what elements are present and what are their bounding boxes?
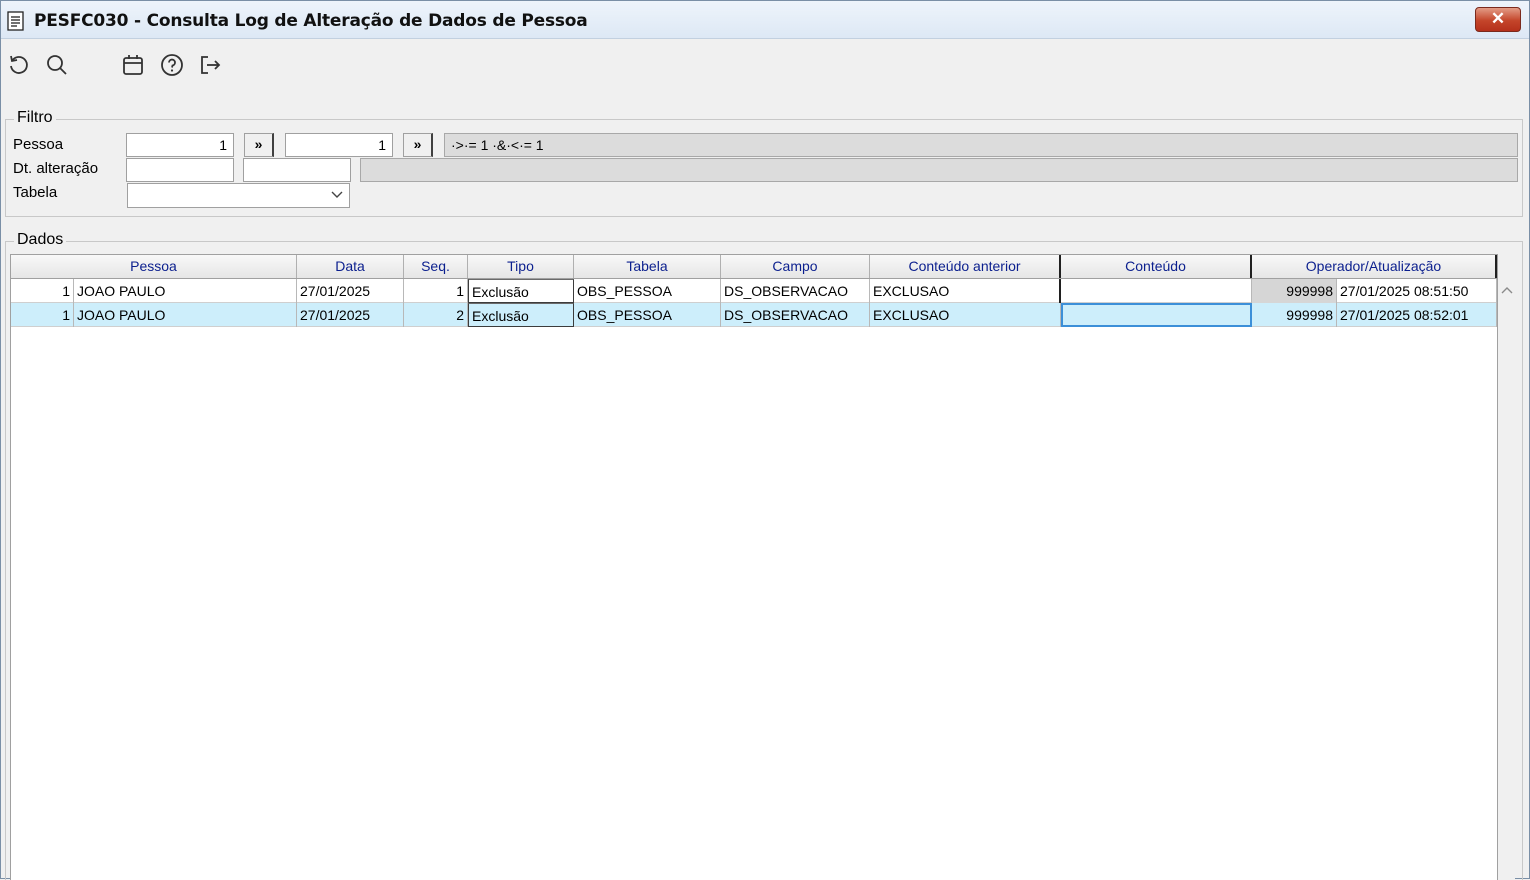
column-header-conteudo[interactable]: Conteúdo	[1061, 255, 1252, 278]
scroll-up-icon[interactable]	[1501, 284, 1513, 298]
cell-pessoa-id[interactable]: 1	[11, 279, 74, 303]
cell-tipo[interactable]: Exclusão	[468, 279, 574, 303]
table-row-selected[interactable]: 1 JOAO PAULO 27/01/2025 2 Exclusão OBS_P…	[11, 303, 1497, 327]
data-grid[interactable]: Pessoa Data Seq. Tipo Tabela Campo Conte…	[10, 254, 1498, 880]
dt-alteracao-from-input[interactable]	[126, 158, 234, 182]
cell-conteudo[interactable]	[1061, 279, 1252, 303]
help-icon	[161, 54, 183, 76]
column-header-seq[interactable]: Seq.	[404, 255, 468, 278]
pessoa-from-input[interactable]: 1	[126, 133, 234, 157]
column-header-campo[interactable]: Campo	[721, 255, 870, 278]
cell-tabela[interactable]: OBS_PESSOA	[574, 303, 721, 327]
search-button[interactable]	[43, 51, 71, 79]
tabela-select[interactable]	[127, 183, 350, 208]
search-icon	[47, 55, 67, 75]
close-button[interactable]: ✕	[1475, 7, 1521, 32]
toolbar	[1, 39, 1529, 87]
column-header-data[interactable]: Data	[297, 255, 404, 278]
cell-conteudo-anterior[interactable]: EXCLUSAO	[870, 303, 1061, 327]
data-legend: Dados	[14, 231, 67, 249]
column-header-tabela[interactable]: Tabela	[574, 255, 721, 278]
cell-tipo[interactable]: Exclusão	[468, 303, 574, 327]
document-icon	[7, 11, 25, 31]
cell-operador[interactable]: 999998	[1252, 279, 1337, 303]
cell-seq[interactable]: 2	[404, 303, 468, 327]
pessoa-to-input[interactable]: 1	[285, 133, 393, 157]
calendar-button[interactable]	[119, 51, 147, 79]
table-row[interactable]: 1 JOAO PAULO 27/01/2025 1 Exclusão OBS_P…	[11, 279, 1497, 303]
cell-pessoa-nome[interactable]: JOAO PAULO	[74, 279, 297, 303]
cell-atualizacao[interactable]: 27/01/2025 08:51:50	[1337, 279, 1497, 303]
main-window: PESFC030 - Consulta Log de Alteração de …	[0, 0, 1530, 880]
pessoa-from-lookup-button[interactable]: »	[244, 133, 274, 157]
dt-alteracao-to-input[interactable]	[243, 158, 351, 182]
cell-data[interactable]: 27/01/2025	[297, 279, 404, 303]
column-header-tipo[interactable]: Tipo	[468, 255, 574, 278]
cell-operador[interactable]: 999998	[1252, 303, 1337, 327]
exit-icon	[201, 56, 221, 74]
column-header-pessoa[interactable]: Pessoa	[11, 255, 297, 278]
dt-alteracao-expression-display	[360, 158, 1518, 182]
cell-conteudo-anterior[interactable]: EXCLUSAO	[870, 279, 1061, 303]
chevron-down-icon	[331, 188, 343, 203]
cell-seq[interactable]: 1	[404, 279, 468, 303]
cell-campo[interactable]: DS_OBSERVACAO	[721, 279, 870, 303]
cell-conteudo-focused[interactable]	[1061, 303, 1252, 327]
pessoa-expression-display: ·>·= 1 ·&·<·= 1	[444, 133, 1518, 157]
tabela-label: Tabela	[13, 184, 58, 201]
dt-alteracao-label: Dt. alteração	[13, 160, 99, 177]
calendar-icon	[123, 55, 143, 75]
cell-campo[interactable]: DS_OBSERVACAO	[721, 303, 870, 327]
cell-tabela[interactable]: OBS_PESSOA	[574, 279, 721, 303]
cell-pessoa-nome[interactable]: JOAO PAULO	[74, 303, 297, 327]
cell-atualizacao[interactable]: 27/01/2025 08:52:01	[1337, 303, 1497, 327]
column-header-operador-atualizacao[interactable]: Operador/Atualização	[1252, 255, 1497, 278]
cell-data[interactable]: 27/01/2025	[297, 303, 404, 327]
pessoa-label: Pessoa	[13, 136, 64, 153]
vertical-scrollbar[interactable]	[1498, 278, 1515, 880]
help-button[interactable]	[158, 51, 186, 79]
pessoa-to-lookup-button[interactable]: »	[403, 133, 433, 157]
filter-legend: Filtro	[14, 109, 56, 127]
grid-header: Pessoa Data Seq. Tipo Tabela Campo Conte…	[11, 255, 1497, 279]
refresh-icon	[10, 55, 28, 74]
refresh-button[interactable]	[5, 51, 33, 79]
window-title: PESFC030 - Consulta Log de Alteração de …	[34, 11, 588, 31]
column-header-conteudo-anterior[interactable]: Conteúdo anterior	[870, 255, 1061, 278]
exit-button[interactable]	[196, 51, 224, 79]
cell-pessoa-id[interactable]: 1	[11, 303, 74, 327]
title-bar: PESFC030 - Consulta Log de Alteração de …	[1, 1, 1529, 39]
